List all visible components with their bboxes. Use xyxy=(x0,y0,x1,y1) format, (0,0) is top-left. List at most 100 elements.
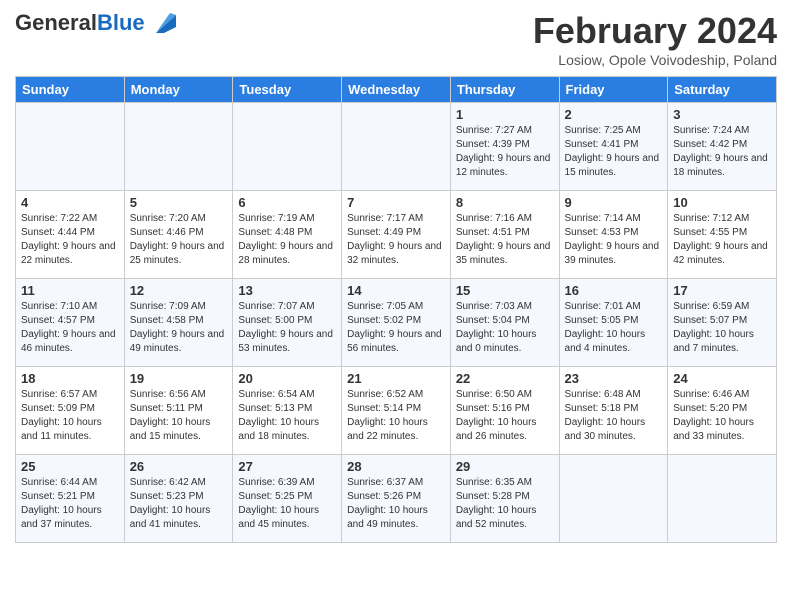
day-info: Sunrise: 6:50 AM Sunset: 5:16 PM Dayligh… xyxy=(456,388,554,444)
day-number: 4 xyxy=(21,195,119,210)
table-row: 5 Sunrise: 7:20 AM Sunset: 4:46 PM Daylig… xyxy=(124,191,233,279)
day-info: Sunrise: 7:25 AM Sunset: 4:41 PM Dayligh… xyxy=(565,124,663,180)
day-info: Sunrise: 7:12 AM Sunset: 4:55 PM Dayligh… xyxy=(673,212,771,268)
table-row: 28Sunrise: 6:37 AM Sunset: 5:26 PM Dayli… xyxy=(342,455,451,543)
day-number: 7 xyxy=(347,195,445,210)
table-row: 13 Sunrise: 7:07 AM Sunset: 5:00 PM Dayli… xyxy=(233,279,342,367)
day-info: Sunrise: 7:10 AM Sunset: 4:57 PM Dayligh… xyxy=(21,300,119,356)
day-number: 23 xyxy=(565,371,663,386)
day-info: Sunrise: 7:09 AM Sunset: 4:58 PM Dayligh… xyxy=(130,300,228,356)
table-row xyxy=(233,103,342,191)
table-row: 12 Sunrise: 7:09 AM Sunset: 4:58 PM Dayli… xyxy=(124,279,233,367)
table-row xyxy=(342,103,451,191)
day-number: 26 xyxy=(130,459,228,474)
table-row: 9 Sunrise: 7:14 AM Sunset: 4:53 PM Daylig… xyxy=(559,191,668,279)
day-info: Sunrise: 7:03 AM Sunset: 5:04 PM Dayligh… xyxy=(456,300,554,356)
table-row: 7 Sunrise: 7:17 AM Sunset: 4:49 PM Daylig… xyxy=(342,191,451,279)
day-info: Sunrise: 6:37 AM Sunset: 5:26 PM Dayligh… xyxy=(347,476,445,532)
day-number: 1 xyxy=(456,107,554,122)
table-row: 14 Sunrise: 7:05 AM Sunset: 5:02 PM Dayli… xyxy=(342,279,451,367)
day-number: 18 xyxy=(21,371,119,386)
day-info: Sunrise: 7:22 AM Sunset: 4:44 PM Dayligh… xyxy=(21,212,119,268)
day-number: 3 xyxy=(673,107,771,122)
day-number: 14 xyxy=(347,283,445,298)
col-tuesday: Tuesday xyxy=(233,77,342,103)
table-row: 17Sunrise: 6:59 AM Sunset: 5:07 PM Dayli… xyxy=(668,279,777,367)
table-row: 21 Sunrise: 6:52 AM Sunset: 5:14 PM Dayli… xyxy=(342,367,451,455)
calendar-header-row: Sunday Monday Tuesday Wednesday Thursday… xyxy=(16,77,777,103)
table-row: 2 Sunrise: 7:25 AM Sunset: 4:41 PM Daylig… xyxy=(559,103,668,191)
col-friday: Friday xyxy=(559,77,668,103)
day-info: Sunrise: 6:42 AM Sunset: 5:23 PM Dayligh… xyxy=(130,476,228,532)
page-header: GeneralBlue February 2024 Losiow, Opole … xyxy=(15,10,777,68)
calendar-week-row: 18 Sunrise: 6:57 AM Sunset: 5:09 PM Dayli… xyxy=(16,367,777,455)
table-row xyxy=(668,455,777,543)
day-number: 11 xyxy=(21,283,119,298)
day-info: Sunrise: 6:35 AM Sunset: 5:28 PM Dayligh… xyxy=(456,476,554,532)
table-row: 18 Sunrise: 6:57 AM Sunset: 5:09 PM Dayli… xyxy=(16,367,125,455)
day-info: Sunrise: 6:56 AM Sunset: 5:11 PM Dayligh… xyxy=(130,388,228,444)
calendar-week-row: 4 Sunrise: 7:22 AM Sunset: 4:44 PM Daylig… xyxy=(16,191,777,279)
location: Losiow, Opole Voivodeship, Poland xyxy=(533,52,777,68)
col-thursday: Thursday xyxy=(450,77,559,103)
day-number: 6 xyxy=(238,195,336,210)
day-number: 5 xyxy=(130,195,228,210)
day-info: Sunrise: 7:27 AM Sunset: 4:39 PM Dayligh… xyxy=(456,124,554,180)
day-number: 2 xyxy=(565,107,663,122)
table-row xyxy=(124,103,233,191)
logo-icon xyxy=(148,5,180,37)
day-info: Sunrise: 7:20 AM Sunset: 4:46 PM Dayligh… xyxy=(130,212,228,268)
col-monday: Monday xyxy=(124,77,233,103)
day-number: 13 xyxy=(238,283,336,298)
day-info: Sunrise: 7:14 AM Sunset: 4:53 PM Dayligh… xyxy=(565,212,663,268)
day-info: Sunrise: 7:16 AM Sunset: 4:51 PM Dayligh… xyxy=(456,212,554,268)
table-row: 15 Sunrise: 7:03 AM Sunset: 5:04 PM Dayli… xyxy=(450,279,559,367)
table-row: 24 Sunrise: 6:46 AM Sunset: 5:20 PM Dayli… xyxy=(668,367,777,455)
day-info: Sunrise: 6:52 AM Sunset: 5:14 PM Dayligh… xyxy=(347,388,445,444)
day-info: Sunrise: 6:57 AM Sunset: 5:09 PM Dayligh… xyxy=(21,388,119,444)
page-container: GeneralBlue February 2024 Losiow, Opole … xyxy=(0,0,792,553)
day-number: 15 xyxy=(456,283,554,298)
month-title: February 2024 xyxy=(533,10,777,52)
day-number: 20 xyxy=(238,371,336,386)
day-info: Sunrise: 6:48 AM Sunset: 5:18 PM Dayligh… xyxy=(565,388,663,444)
day-info: Sunrise: 7:19 AM Sunset: 4:48 PM Dayligh… xyxy=(238,212,336,268)
table-row: 11 Sunrise: 7:10 AM Sunset: 4:57 PM Dayli… xyxy=(16,279,125,367)
day-info: Sunrise: 7:05 AM Sunset: 5:02 PM Dayligh… xyxy=(347,300,445,356)
col-saturday: Saturday xyxy=(668,77,777,103)
table-row xyxy=(16,103,125,191)
day-number: 9 xyxy=(565,195,663,210)
day-info: Sunrise: 7:07 AM Sunset: 5:00 PM Dayligh… xyxy=(238,300,336,356)
table-row: 25 Sunrise: 6:44 AM Sunset: 5:21 PM Dayli… xyxy=(16,455,125,543)
table-row xyxy=(559,455,668,543)
table-row: 27Sunrise: 6:39 AM Sunset: 5:25 PM Dayli… xyxy=(233,455,342,543)
col-wednesday: Wednesday xyxy=(342,77,451,103)
day-number: 24 xyxy=(673,371,771,386)
day-number: 21 xyxy=(347,371,445,386)
day-number: 12 xyxy=(130,283,228,298)
day-number: 16 xyxy=(565,283,663,298)
day-number: 10 xyxy=(673,195,771,210)
logo: GeneralBlue xyxy=(15,10,180,37)
day-number: 25 xyxy=(21,459,119,474)
table-row: 8 Sunrise: 7:16 AM Sunset: 4:51 PM Daylig… xyxy=(450,191,559,279)
logo-text: GeneralBlue xyxy=(15,11,145,35)
day-number: 8 xyxy=(456,195,554,210)
day-number: 22 xyxy=(456,371,554,386)
day-info: Sunrise: 7:17 AM Sunset: 4:49 PM Dayligh… xyxy=(347,212,445,268)
day-info: Sunrise: 6:54 AM Sunset: 5:13 PM Dayligh… xyxy=(238,388,336,444)
col-sunday: Sunday xyxy=(16,77,125,103)
table-row: 26 Sunrise: 6:42 AM Sunset: 5:23 PM Dayli… xyxy=(124,455,233,543)
table-row: 3 Sunrise: 7:24 AM Sunset: 4:42 PM Daylig… xyxy=(668,103,777,191)
day-number: 27 xyxy=(238,459,336,474)
day-info: Sunrise: 6:46 AM Sunset: 5:20 PM Dayligh… xyxy=(673,388,771,444)
calendar-week-row: 1 Sunrise: 7:27 AM Sunset: 4:39 PM Daylig… xyxy=(16,103,777,191)
day-info: Sunrise: 7:24 AM Sunset: 4:42 PM Dayligh… xyxy=(673,124,771,180)
calendar-week-row: 11 Sunrise: 7:10 AM Sunset: 4:57 PM Dayli… xyxy=(16,279,777,367)
table-row: 20 Sunrise: 6:54 AM Sunset: 5:13 PM Dayli… xyxy=(233,367,342,455)
day-number: 17 xyxy=(673,283,771,298)
table-row: 23 Sunrise: 6:48 AM Sunset: 5:18 PM Dayli… xyxy=(559,367,668,455)
day-info: Sunrise: 6:44 AM Sunset: 5:21 PM Dayligh… xyxy=(21,476,119,532)
table-row: 16Sunrise: 7:01 AM Sunset: 5:05 PM Dayli… xyxy=(559,279,668,367)
table-row: 10 Sunrise: 7:12 AM Sunset: 4:55 PM Dayli… xyxy=(668,191,777,279)
